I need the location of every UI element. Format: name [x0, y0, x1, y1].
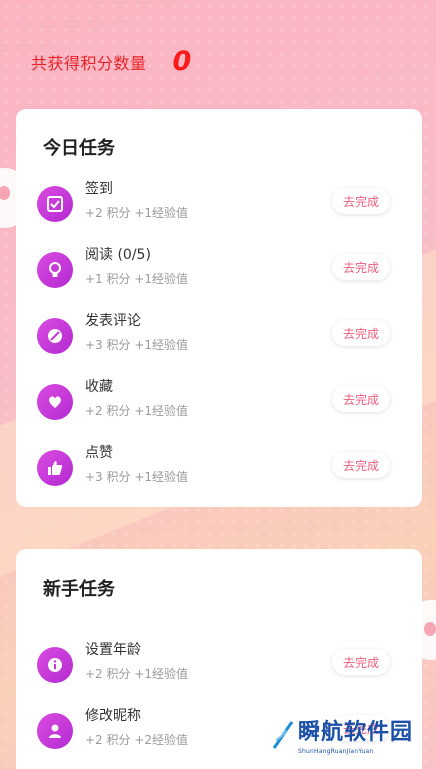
task-item-read: 阅读 (0/5) +1 积分 +1经验值 去完成: [37, 244, 422, 296]
card-title-newbie: 新手任务: [43, 579, 115, 600]
task-reward: +2 积分 +1经验值: [85, 206, 189, 220]
user-icon: [37, 713, 73, 749]
task-reward: +2 积分 +2经验值: [85, 733, 189, 747]
go-complete-button[interactable]: 去完成: [332, 649, 390, 675]
card-title-daily: 今日任务: [43, 138, 115, 159]
info-icon: [37, 647, 73, 683]
watermark: 瞬航软件园 ShunHangRuanJianYuan: [272, 720, 413, 755]
go-complete-button[interactable]: 去完成: [332, 188, 390, 214]
task-name: 修改昵称: [85, 708, 141, 724]
task-reward: +2 积分 +1经验值: [85, 667, 189, 681]
task-name: 收藏: [85, 379, 113, 395]
watermark-subtext: ShunHangRuanJianYuan: [298, 748, 374, 755]
task-name: 点赞: [85, 445, 113, 461]
task-name: 设置年龄: [85, 642, 141, 658]
task-name: 阅读 (0/5): [85, 247, 151, 263]
task-item-set-age: 设置年龄 +2 积分 +1经验值 去完成: [37, 639, 422, 691]
go-complete-button[interactable]: 去完成: [332, 386, 390, 412]
task-name: 签到: [85, 181, 113, 197]
heart-icon: [37, 384, 73, 420]
task-item-checkin: 签到 +2 积分 +1经验值 去完成: [37, 178, 422, 230]
task-reward: +3 积分 +1经验值: [85, 470, 189, 484]
lightbulb-icon: [37, 252, 73, 288]
task-reward: +1 积分 +1经验值: [85, 272, 189, 286]
task-item-like: 点赞 +3 积分 +1经验值 去完成: [37, 442, 422, 494]
points-value: 0: [172, 46, 192, 77]
points-label: 共获得积分数量: [31, 53, 147, 73]
go-complete-button[interactable]: 去完成: [332, 320, 390, 346]
task-name: 发表评论: [85, 313, 141, 329]
points-summary: 共获得积分数量 0: [31, 46, 191, 77]
checkin-icon: [37, 186, 73, 222]
task-item-comment: 发表评论 +3 积分 +1经验值 去完成: [37, 310, 422, 362]
go-complete-button[interactable]: 去完成: [332, 254, 390, 280]
go-complete-button[interactable]: 去完成: [332, 452, 390, 478]
watermark-logo-icon: [272, 721, 294, 749]
thumbs-up-icon: [37, 450, 73, 486]
task-reward: +2 积分 +1经验值: [85, 404, 189, 418]
daily-tasks-card: 今日任务 签到 +2 积分 +1经验值 去完成 阅读 (0/5) +1 积分 +…: [16, 109, 422, 507]
task-item-favorite: 收藏 +2 积分 +1经验值 去完成: [37, 376, 422, 428]
watermark-text: 瞬航软件园: [298, 720, 414, 745]
comment-icon: [37, 318, 73, 354]
task-reward: +3 积分 +1经验值: [85, 338, 189, 352]
